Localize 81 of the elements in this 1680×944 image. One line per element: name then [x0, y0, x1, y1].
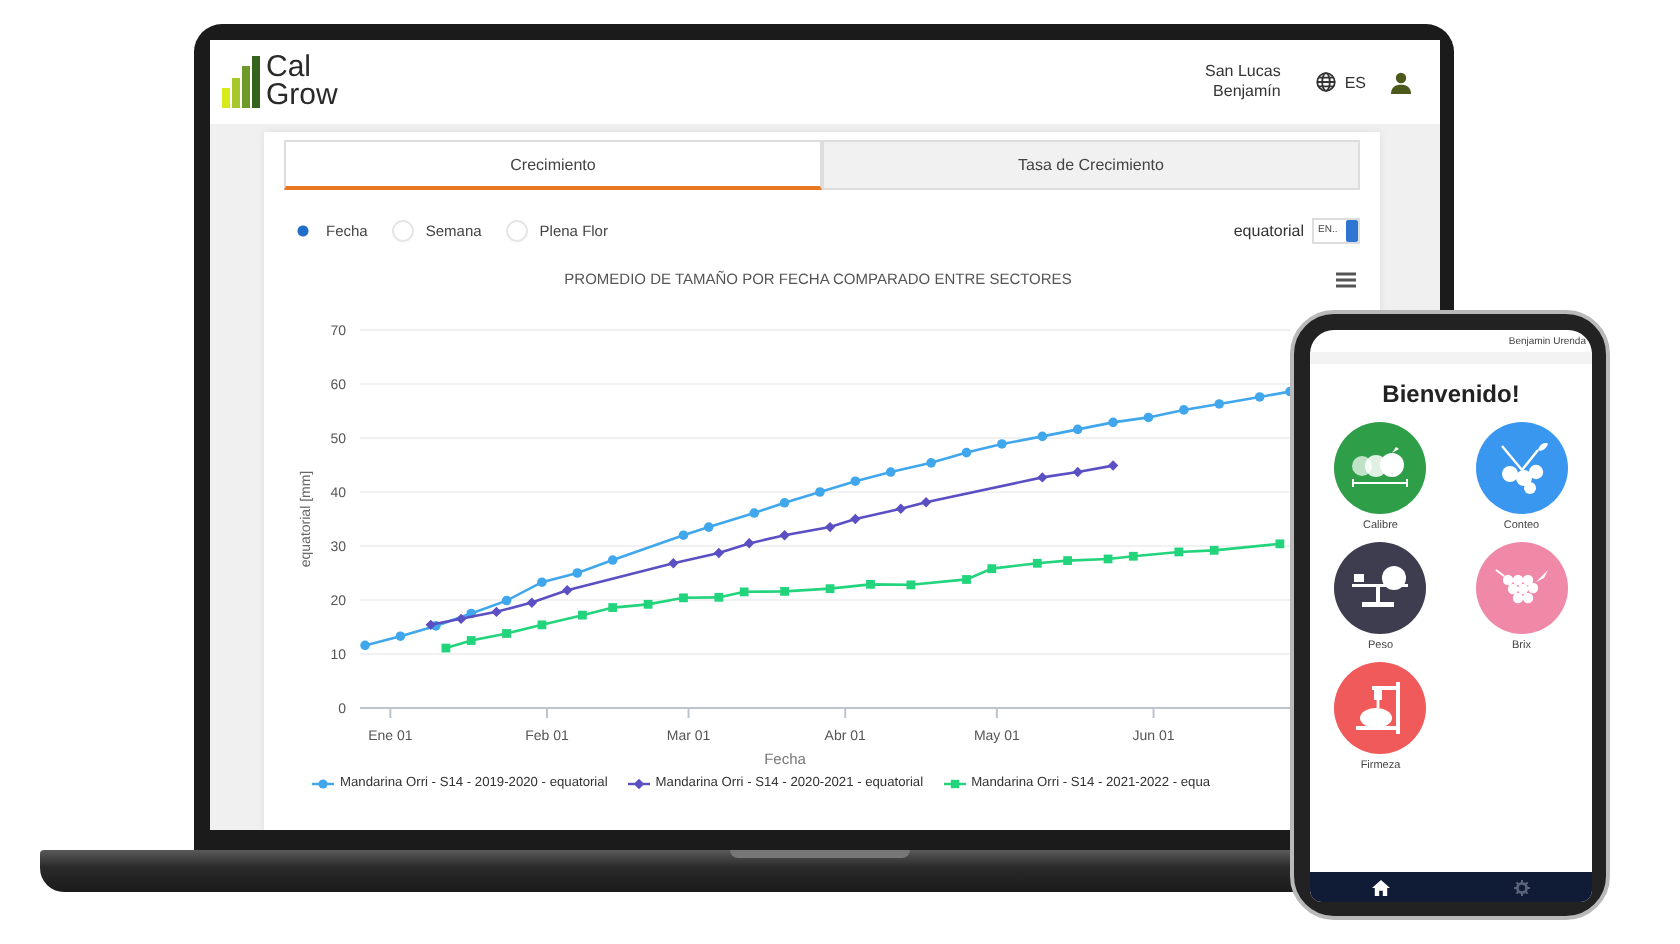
data-point [885, 467, 896, 477]
tab[interactable]: Tasa de Crecimiento [822, 140, 1360, 190]
data-point [395, 631, 406, 641]
data-point [987, 564, 997, 574]
data-point [1108, 417, 1118, 428]
data-point [537, 577, 547, 587]
welcome-title: Bienvenido! [1380, 380, 1522, 408]
data-point [1128, 551, 1138, 561]
data-point [825, 584, 835, 594]
data-point [1072, 466, 1083, 478]
data-point [906, 580, 916, 590]
data-point [1285, 386, 1290, 397]
data-point [1032, 558, 1042, 568]
data-point [1254, 392, 1265, 402]
data-point [1143, 412, 1154, 423]
settings-icon[interactable] [1514, 879, 1530, 895]
data-point [526, 597, 538, 608]
data-point [562, 585, 573, 596]
company-name: San Lucas [1205, 62, 1281, 82]
data-point [866, 579, 875, 589]
data-point [850, 476, 861, 486]
data-point [815, 487, 825, 497]
data-point [572, 568, 583, 578]
data-point [1103, 554, 1113, 564]
measure-label: equatorial [1233, 221, 1304, 239]
scale-icon [1350, 564, 1411, 612]
user-name: Benjamín [1213, 82, 1281, 102]
data-point [1209, 545, 1219, 555]
data-point [1174, 547, 1184, 557]
menu-icon[interactable] [1336, 271, 1356, 287]
data-point [1179, 405, 1189, 415]
data-point [466, 636, 476, 645]
data-point [1072, 424, 1083, 435]
data-point [895, 503, 906, 514]
data-point [607, 555, 618, 565]
data-point [779, 530, 790, 541]
logo-text: Cal Grow [266, 54, 338, 110]
data-point [1063, 556, 1072, 565]
tab[interactable]: Crecimiento [284, 140, 822, 190]
data-point [441, 643, 451, 653]
data-point [997, 439, 1007, 449]
data-point [739, 587, 749, 597]
radio-button[interactable] [391, 219, 414, 241]
data-point [850, 513, 861, 525]
apples-icon [1350, 446, 1411, 490]
home-icon[interactable] [1372, 879, 1390, 895]
data-point [920, 497, 932, 508]
user-icon[interactable] [1390, 71, 1412, 93]
data-point [643, 599, 653, 609]
data-point [678, 530, 689, 540]
feature-button[interactable] [1334, 542, 1427, 634]
data-point [578, 610, 587, 620]
data-point [703, 522, 714, 532]
data-point [537, 620, 547, 630]
data-point [1275, 539, 1285, 549]
globe-icon [1316, 72, 1337, 92]
data-point [1037, 472, 1048, 483]
data-point [608, 603, 618, 612]
data-point [713, 547, 725, 559]
language-button[interactable]: ES [1316, 72, 1366, 92]
data-point [668, 558, 679, 569]
data-point [744, 538, 755, 549]
data-point [360, 640, 370, 651]
data-point [1037, 431, 1048, 442]
data-point [962, 575, 971, 584]
data-point [749, 508, 760, 518]
data-point [1214, 399, 1225, 409]
data-point [926, 458, 936, 468]
legend-marker-icon [312, 777, 334, 789]
data-point [1107, 460, 1119, 471]
data-point [714, 592, 724, 602]
legend-marker-icon [627, 777, 650, 789]
data-point [679, 593, 688, 603]
data-point [502, 629, 511, 638]
data-point [779, 498, 790, 508]
radio-button[interactable] [505, 219, 528, 241]
data-point [780, 586, 789, 596]
legend-marker-icon [943, 777, 966, 789]
data-point [824, 521, 836, 533]
data-point [961, 447, 972, 458]
bars-logo-icon [222, 56, 262, 108]
